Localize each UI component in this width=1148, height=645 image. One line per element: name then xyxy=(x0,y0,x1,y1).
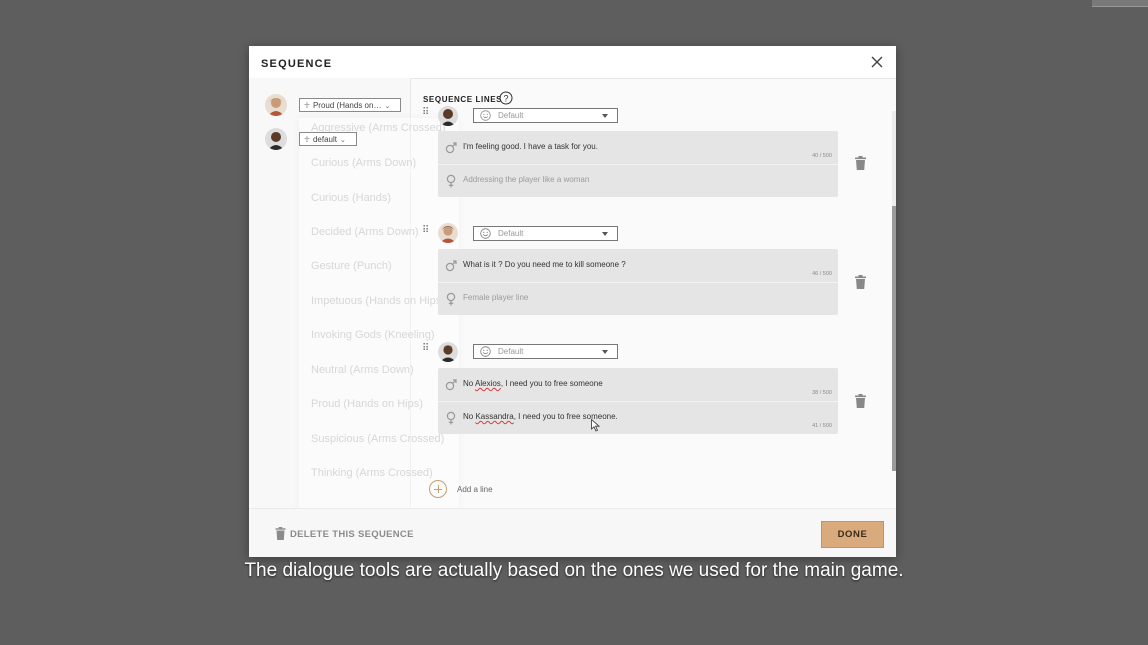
avatar-female xyxy=(265,94,287,116)
ghost-item: Curious (Hands) xyxy=(311,192,392,204)
male-symbol-icon xyxy=(445,142,457,154)
modal-header: SEQUENCE xyxy=(249,46,896,79)
line-card: I'm feeling good. I have a task for you.… xyxy=(438,131,838,197)
add-line-label: Add a line xyxy=(457,485,493,494)
modal-footer: DELETE THIS SEQUENCE DONE xyxy=(249,508,896,557)
top-right-tab[interactable] xyxy=(1092,0,1148,7)
pose-icon: ☥ xyxy=(304,135,310,144)
mood-select[interactable]: Default xyxy=(473,108,618,123)
modal-title: SEQUENCE xyxy=(261,58,333,70)
drag-handle-icon[interactable]: ⠿ xyxy=(422,108,429,118)
line-text[interactable]: I'm feeling good. I have a task for you. xyxy=(463,142,598,151)
ghost-item: Suspicious (Arms Crossed) xyxy=(311,433,445,445)
female-line[interactable]: Female player line xyxy=(438,282,838,315)
chevron-down-icon xyxy=(602,350,608,354)
male-symbol-icon xyxy=(445,260,457,272)
avatar-male xyxy=(438,106,458,126)
line-text-placeholder[interactable]: Female player line xyxy=(463,293,528,302)
male-symbol-icon xyxy=(445,379,457,391)
chevron-down-icon xyxy=(602,232,608,236)
male-line[interactable]: No Alexios, I need you to free someone 3… xyxy=(438,368,838,402)
text-segment: , I need you to free someone. xyxy=(513,412,618,421)
sequence-lines-label: SEQUENCE LINES xyxy=(423,95,503,104)
drag-handle-icon[interactable]: ⠿ xyxy=(422,344,429,354)
spellcheck-word: Alexios xyxy=(475,379,501,388)
trash-icon[interactable] xyxy=(854,156,867,170)
pose-dropdown-ghost: Aggressive (Arms Crossed) Curious (Arms … xyxy=(299,118,459,538)
female-symbol-icon xyxy=(446,292,456,306)
ghost-item: Gesture (Punch) xyxy=(311,260,392,272)
ghost-item: Proud (Hands on Hips) xyxy=(311,398,423,410)
speaker-pose-select[interactable]: ☥ default ⌄ xyxy=(299,132,357,146)
mood-label: Default xyxy=(498,111,524,120)
plus-circle-icon xyxy=(429,480,447,498)
speaker-pose-select[interactable]: ☥ Proud (Hands on… ⌄ xyxy=(299,98,401,112)
avatar-male xyxy=(265,128,287,150)
delete-sequence-label: DELETE THIS SEQUENCE xyxy=(290,529,414,540)
male-line[interactable]: What is it ? Do you need me to kill some… xyxy=(438,249,838,283)
ghost-item: Curious (Arms Down) xyxy=(311,157,417,169)
line-text[interactable]: What is it ? Do you need me to kill some… xyxy=(463,260,626,269)
ghost-item: Invoking Gods (Kneeling) xyxy=(311,329,435,341)
mouse-cursor-icon xyxy=(591,419,600,432)
char-counter: 40 / 500 xyxy=(812,153,832,159)
mood-label: Default xyxy=(498,347,524,356)
char-counter: 46 / 500 xyxy=(812,271,832,277)
pose-label: Proud (Hands on… xyxy=(312,101,382,110)
text-segment: No xyxy=(463,412,476,421)
mood-select[interactable]: Default xyxy=(473,344,618,359)
trash-icon xyxy=(275,527,286,540)
ghost-item: Thinking (Arms Crossed) xyxy=(311,467,433,479)
close-icon[interactable] xyxy=(870,55,884,69)
line-text[interactable]: No Alexios, I need you to free someone xyxy=(463,379,603,388)
female-line[interactable]: Addressing the player like a woman xyxy=(438,164,838,197)
mood-select[interactable]: Default xyxy=(473,226,618,241)
done-button[interactable]: DONE xyxy=(821,521,884,548)
line-card: What is it ? Do you need me to kill some… xyxy=(438,249,838,315)
chevron-down-icon: ⌄ xyxy=(340,137,346,144)
line-text-placeholder[interactable]: Addressing the player like a woman xyxy=(463,175,589,184)
female-symbol-icon xyxy=(446,174,456,188)
mood-label: Default xyxy=(498,229,524,238)
male-line[interactable]: I'm feeling good. I have a task for you.… xyxy=(438,131,838,165)
line-card: No Alexios, I need you to free someone 3… xyxy=(438,368,838,434)
help-icon[interactable]: ? xyxy=(499,91,513,105)
speakers-panel: Aggressive (Arms Crossed) Curious (Arms … xyxy=(249,78,459,538)
chevron-down-icon xyxy=(602,114,608,118)
chevron-down-icon: ⌄ xyxy=(384,103,391,110)
ghost-item: Neutral (Arms Down) xyxy=(311,364,414,376)
smiley-icon xyxy=(480,228,491,239)
char-counter: 38 / 500 xyxy=(812,390,832,396)
char-counter: 41 / 500 xyxy=(812,423,832,429)
pose-icon: ☥ xyxy=(304,101,310,110)
text-segment: No xyxy=(463,379,476,388)
female-line[interactable]: No Kassandra, I need you to free someone… xyxy=(438,401,838,434)
ghost-item: Decided (Arms Down) xyxy=(311,226,419,238)
smiley-icon xyxy=(480,346,491,357)
trash-icon[interactable] xyxy=(854,275,867,289)
pose-label: default xyxy=(312,135,337,144)
female-symbol-icon xyxy=(446,411,456,425)
trash-icon[interactable] xyxy=(854,394,867,408)
scrollbar-thumb[interactable] xyxy=(892,206,896,471)
smiley-icon xyxy=(480,110,491,121)
ghost-item: Impetuous (Hands on Hips) xyxy=(311,295,445,307)
avatar-male xyxy=(438,342,458,362)
spellcheck-word: Kassandra xyxy=(475,412,514,421)
sequence-modal: SEQUENCE Aggressive (Arms Crossed) Curio… xyxy=(249,46,896,557)
text-segment: , I need you to free someone xyxy=(500,379,603,388)
drag-handle-icon[interactable]: ⠿ xyxy=(422,226,429,236)
avatar-female xyxy=(438,223,458,243)
video-subtitle: The dialogue tools are actually based on… xyxy=(244,560,904,581)
svg-text:?: ? xyxy=(503,94,508,104)
